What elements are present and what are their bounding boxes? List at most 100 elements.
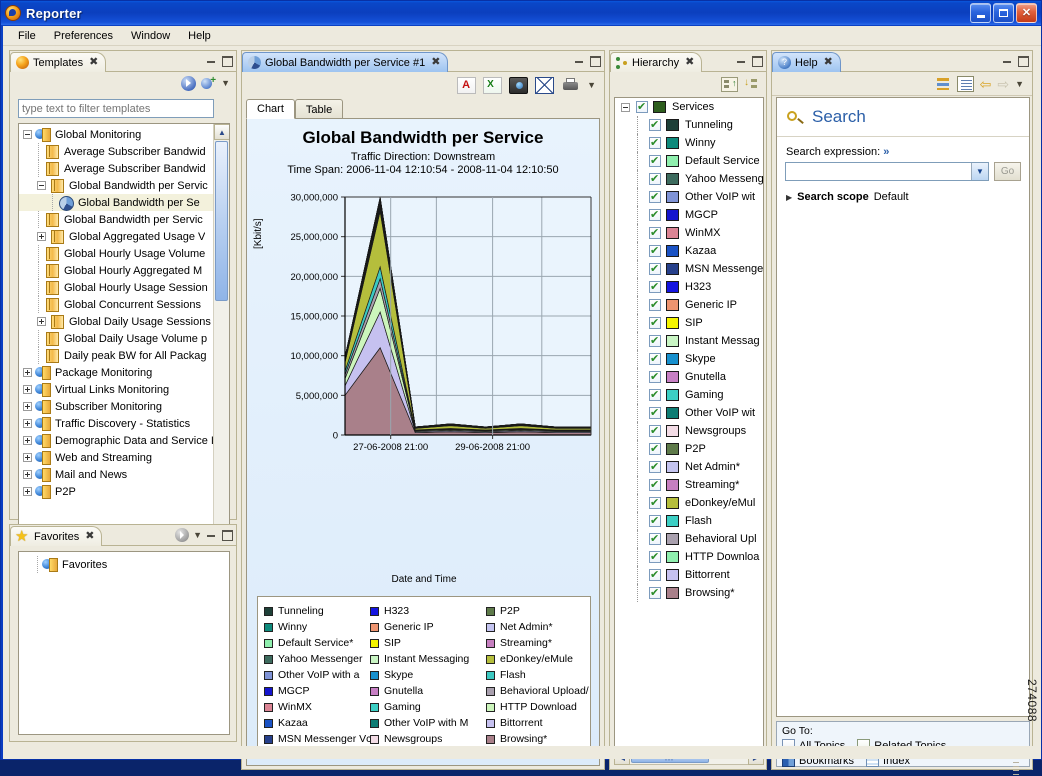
checkbox[interactable] bbox=[649, 281, 661, 293]
sort-hierarchy-icon[interactable]: ↑ bbox=[721, 77, 738, 92]
tree-item[interactable]: Package Monitoring bbox=[19, 364, 213, 381]
tree-item[interactable]: Global Hourly Usage Volume bbox=[19, 245, 213, 262]
minimize-icon[interactable] bbox=[1002, 55, 1013, 66]
maximize-button[interactable] bbox=[993, 3, 1014, 23]
hierarchy-item[interactable]: Gaming bbox=[615, 386, 763, 404]
close-icon[interactable]: ✖ bbox=[85, 531, 94, 542]
tree-item[interactable]: Demographic Data and Service I bbox=[19, 432, 213, 449]
checkbox[interactable] bbox=[649, 389, 661, 401]
tab-report-instance[interactable]: Global Bandwidth per Service #1 ✖ bbox=[242, 52, 448, 72]
export-excel-icon[interactable]: X bbox=[483, 77, 502, 94]
expand-icon[interactable] bbox=[23, 453, 32, 462]
template-filter-input[interactable] bbox=[18, 99, 214, 118]
hierarchy-item[interactable]: Kazaa bbox=[615, 242, 763, 260]
forward-icon[interactable]: ⇨ bbox=[997, 77, 1009, 91]
hierarchy-item[interactable]: Skype bbox=[615, 350, 763, 368]
tab-hierarchy[interactable]: Hierarchy ✖ bbox=[610, 52, 702, 72]
hierarchy-tree[interactable]: ServicesTunnelingWinnyDefault ServiceYah… bbox=[614, 97, 764, 765]
hierarchy-item[interactable]: Gnutella bbox=[615, 368, 763, 386]
checkbox[interactable] bbox=[649, 461, 661, 473]
close-icon[interactable]: ✖ bbox=[89, 57, 98, 68]
run-icon[interactable] bbox=[181, 76, 196, 91]
checkbox[interactable] bbox=[649, 227, 661, 239]
hierarchy-item[interactable]: Generic IP bbox=[615, 296, 763, 314]
templates-vertical-scrollbar[interactable]: ▲ ▼ bbox=[213, 124, 229, 543]
expand-icon[interactable] bbox=[23, 402, 32, 411]
checkbox[interactable] bbox=[649, 353, 661, 365]
checkbox[interactable] bbox=[649, 209, 661, 221]
maximize-icon[interactable] bbox=[751, 55, 762, 66]
minimize-icon[interactable] bbox=[736, 55, 747, 66]
minimize-icon[interactable] bbox=[206, 529, 217, 540]
tree-item[interactable]: Traffic Discovery - Statistics bbox=[19, 415, 213, 432]
collapse-icon[interactable] bbox=[621, 103, 630, 112]
hierarchy-item[interactable]: Streaming* bbox=[615, 476, 763, 494]
checkbox[interactable] bbox=[649, 191, 661, 203]
hierarchy-item[interactable]: Yahoo Messeng bbox=[615, 170, 763, 188]
checkbox[interactable] bbox=[649, 299, 661, 311]
view-menu-icon[interactable]: ▼ bbox=[193, 530, 202, 540]
menu-help[interactable]: Help bbox=[179, 28, 220, 44]
tree-item[interactable]: Global Monitoring bbox=[19, 126, 213, 143]
tree-item[interactable]: Global Concurrent Sessions bbox=[19, 296, 213, 313]
minimize-icon[interactable] bbox=[574, 55, 585, 66]
tree-item[interactable]: Average Subscriber Bandwid bbox=[19, 160, 213, 177]
checkbox[interactable] bbox=[649, 533, 661, 545]
chevron-down-icon[interactable]: ▼ bbox=[971, 163, 988, 180]
favorites-tree[interactable]: Favorites bbox=[18, 551, 230, 735]
checkbox[interactable] bbox=[649, 263, 661, 275]
expand-icon[interactable] bbox=[23, 419, 32, 428]
checkbox[interactable] bbox=[649, 335, 661, 347]
close-icon[interactable]: ✖ bbox=[431, 57, 440, 68]
checkbox[interactable] bbox=[649, 317, 661, 329]
hierarchy-item[interactable]: eDonkey/eMul bbox=[615, 494, 763, 512]
tree-item[interactable]: Global Aggregated Usage V bbox=[19, 228, 213, 245]
checkbox[interactable] bbox=[649, 155, 661, 167]
help-go-button[interactable]: Go bbox=[994, 162, 1021, 181]
help-search-input[interactable]: ▼ bbox=[785, 162, 989, 181]
tree-item[interactable]: Mail and News bbox=[19, 466, 213, 483]
checkbox[interactable] bbox=[649, 479, 661, 491]
tree-item[interactable]: Daily peak BW for All Packag bbox=[19, 347, 213, 364]
checkbox[interactable] bbox=[649, 587, 661, 599]
close-icon[interactable]: ✖ bbox=[685, 57, 694, 68]
maximize-icon[interactable] bbox=[589, 55, 600, 66]
checkbox[interactable] bbox=[636, 101, 648, 113]
checkbox[interactable] bbox=[649, 119, 661, 131]
hierarchy-item[interactable]: HTTP Downloa bbox=[615, 548, 763, 566]
templates-tree[interactable]: Global Monitoring Average Subscriber Band… bbox=[18, 123, 230, 560]
tree-item[interactable]: P2P bbox=[19, 483, 213, 500]
checkbox[interactable] bbox=[649, 569, 661, 581]
menu-file[interactable]: File bbox=[9, 28, 45, 44]
view-menu-icon[interactable]: ▼ bbox=[221, 78, 230, 88]
show-result-icon[interactable] bbox=[957, 76, 974, 92]
scroll-up-button[interactable]: ▲ bbox=[214, 124, 230, 140]
hierarchy-root-item[interactable]: Services bbox=[615, 98, 763, 116]
scroll-thumb[interactable] bbox=[215, 141, 228, 301]
checkbox[interactable] bbox=[649, 551, 661, 563]
checkbox[interactable] bbox=[649, 137, 661, 149]
checkbox[interactable] bbox=[649, 443, 661, 455]
checkbox[interactable] bbox=[649, 497, 661, 509]
favorites-root-item[interactable]: Favorites bbox=[19, 556, 229, 573]
tree-item[interactable]: Subscriber Monitoring bbox=[19, 398, 213, 415]
checkbox[interactable] bbox=[649, 371, 661, 383]
tree-item[interactable]: Global Bandwidth per Se bbox=[19, 194, 213, 211]
help-search-scope[interactable]: ▶ Search scope Default bbox=[777, 181, 1029, 203]
hierarchy-item[interactable]: Default Service bbox=[615, 152, 763, 170]
chevron-right-icon[interactable]: ▶ bbox=[786, 193, 792, 202]
show-toc-icon[interactable] bbox=[936, 77, 951, 91]
export-pdf-icon[interactable]: A bbox=[457, 77, 476, 94]
hierarchy-item[interactable]: Other VoIP wit bbox=[615, 188, 763, 206]
maximize-icon[interactable] bbox=[221, 529, 232, 540]
new-template-icon[interactable]: + bbox=[201, 76, 216, 91]
collapse-icon[interactable] bbox=[23, 130, 32, 139]
tab-help[interactable]: ? Help ✖ bbox=[772, 52, 841, 72]
tree-item[interactable]: Global Bandwidth per Servic bbox=[19, 211, 213, 228]
hierarchy-item[interactable]: MSN Messenge bbox=[615, 260, 763, 278]
back-icon[interactable]: ⇦ bbox=[980, 77, 992, 91]
hierarchy-item[interactable]: Instant Messag bbox=[615, 332, 763, 350]
expand-icon[interactable] bbox=[23, 487, 32, 496]
maximize-icon[interactable] bbox=[221, 55, 232, 66]
run-icon[interactable] bbox=[175, 528, 189, 542]
